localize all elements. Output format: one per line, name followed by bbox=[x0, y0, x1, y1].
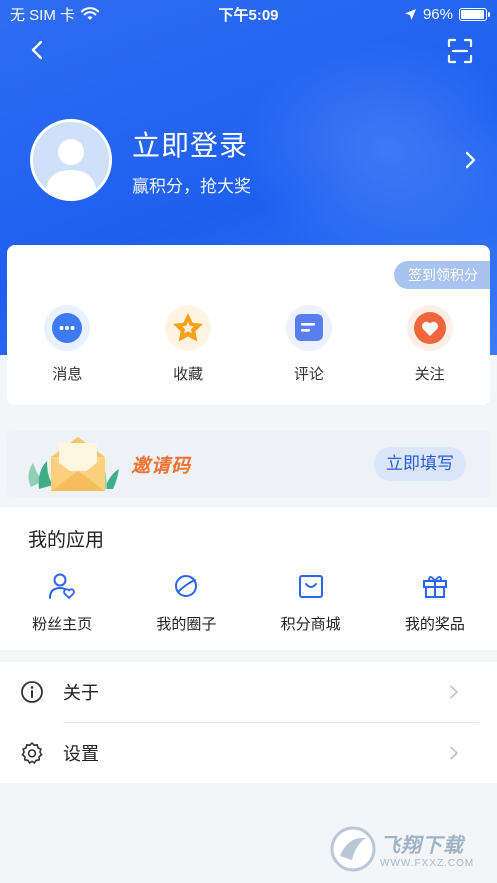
star-icon bbox=[165, 305, 212, 351]
chevron-right-icon[interactable] bbox=[460, 150, 480, 170]
menu-label: 设置 bbox=[63, 744, 99, 764]
battery-percent: 96% bbox=[422, 5, 453, 23]
watermark-text: 飞翔下载 bbox=[380, 835, 464, 857]
battery-icon bbox=[459, 7, 490, 21]
chevron-right-icon bbox=[450, 746, 458, 760]
quick-item-message[interactable]: 消息 bbox=[7, 305, 128, 384]
app-my-prizes[interactable]: 我的奖品 bbox=[373, 571, 497, 634]
quick-item-following[interactable]: 关注 bbox=[369, 305, 490, 384]
gift-icon bbox=[422, 576, 447, 598]
watermark-url: WWW.FXXZ.COM bbox=[380, 858, 475, 869]
status-time: 下午5:09 bbox=[218, 6, 279, 24]
quick-label: 评论 bbox=[293, 366, 324, 383]
settings-menu: 关于 设置 bbox=[0, 662, 497, 783]
carrier-text: 无 SIM 卡 bbox=[10, 6, 76, 24]
menu-label: 关于 bbox=[63, 683, 99, 703]
settings-icon bbox=[21, 742, 43, 764]
quick-item-comments[interactable]: 评论 bbox=[249, 305, 370, 384]
envelope-illustration bbox=[28, 437, 119, 491]
menu-item-about[interactable]: 关于 bbox=[0, 662, 497, 722]
chevron-right-icon bbox=[450, 685, 458, 699]
shop-icon bbox=[298, 575, 323, 598]
app-my-circles[interactable]: 我的圈子 bbox=[124, 571, 248, 634]
menu-item-settings[interactable]: 设置 bbox=[0, 723, 497, 783]
app-label: 我的奖品 bbox=[404, 616, 465, 633]
user-placeholder-icon bbox=[33, 122, 109, 198]
quick-actions-row: 消息 收藏 评论 关注 bbox=[7, 305, 490, 384]
quick-label: 消息 bbox=[52, 366, 83, 383]
watermark: 飞翔下载 WWW.FXXZ.COM bbox=[330, 824, 488, 874]
login-entry[interactable]: 立即登录 赢积分，抢大奖 bbox=[30, 118, 480, 202]
quick-actions-card: 签到领积分 消息 收藏 评论 关注 bbox=[7, 245, 490, 405]
avatar[interactable] bbox=[30, 119, 112, 201]
invite-code-label: 邀请码 bbox=[131, 456, 192, 477]
invite-code-banner[interactable]: 邀请码 立即填写 bbox=[7, 431, 490, 497]
quick-label: 关注 bbox=[414, 366, 445, 383]
status-bar: 无 SIM 卡 下午5:09 96% bbox=[0, 0, 497, 28]
planet-icon bbox=[175, 575, 198, 597]
scan-icon[interactable] bbox=[447, 38, 473, 64]
app-fans-home[interactable]: 粉丝主页 bbox=[0, 571, 124, 634]
info-icon bbox=[21, 681, 43, 703]
quick-label: 收藏 bbox=[173, 366, 204, 383]
watermark-logo-icon bbox=[330, 826, 376, 872]
app-label: 积分商城 bbox=[280, 616, 341, 633]
comment-icon bbox=[285, 305, 332, 351]
chevron-left-icon[interactable] bbox=[24, 36, 52, 64]
quick-item-favorites[interactable]: 收藏 bbox=[128, 305, 249, 384]
fans-icon bbox=[49, 573, 75, 599]
wifi-icon bbox=[81, 7, 100, 20]
my-apps-section: 我的应用 粉丝主页 我的圈子 积分商城 我的奖品 bbox=[0, 507, 497, 650]
app-points-mall[interactable]: 积分商城 bbox=[249, 571, 373, 634]
heart-icon bbox=[406, 305, 453, 351]
fill-invite-code-button[interactable]: 立即填写 bbox=[374, 447, 466, 481]
app-label: 粉丝主页 bbox=[32, 616, 93, 633]
sign-in-badge[interactable]: 签到领积分 bbox=[394, 261, 490, 289]
login-subtitle: 赢积分，抢大奖 bbox=[132, 176, 251, 196]
login-title[interactable]: 立即登录 bbox=[132, 124, 460, 164]
location-arrow-icon bbox=[404, 8, 416, 20]
section-title: 我的应用 bbox=[28, 530, 105, 551]
app-label: 我的圈子 bbox=[156, 616, 217, 633]
message-icon bbox=[44, 305, 91, 351]
